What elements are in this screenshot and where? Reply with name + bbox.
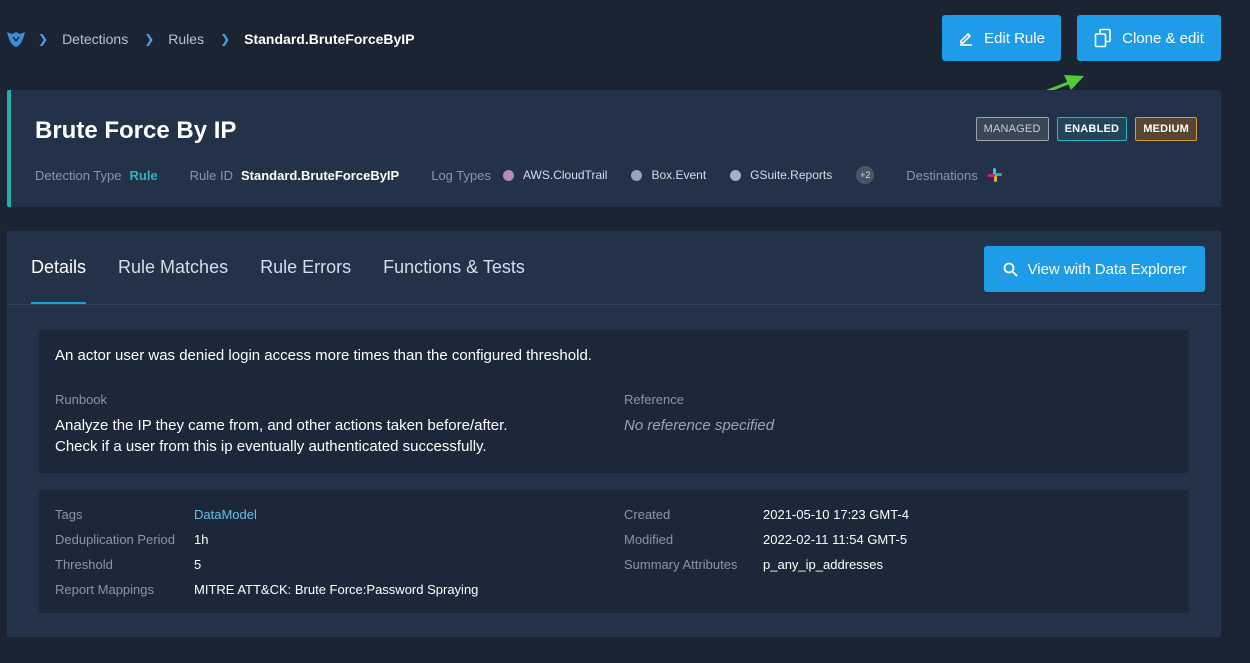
log-type-dot xyxy=(730,169,742,181)
modified-label: Modified xyxy=(624,532,674,547)
tab-bar: Details Rule Matches Rule Errors Functio… xyxy=(31,231,557,305)
rule-meta: Detection Type Rule Rule ID Standard.Bru… xyxy=(35,166,1002,184)
report-mappings-value: MITRE ATT&CK: Brute Force:Password Spray… xyxy=(194,582,479,597)
log-type-dot xyxy=(502,169,514,181)
enabled-badge: ENABLED xyxy=(1056,117,1128,141)
chevron-right-icon: ❯ xyxy=(144,32,155,46)
log-type-item[interactable]: AWS.CloudTrail xyxy=(502,168,608,182)
threshold-value: 5 xyxy=(194,557,202,572)
breadcrumb: ❯ Detections ❯ Rules ❯ Standard.BruteFor… xyxy=(38,29,431,49)
tabs-divider xyxy=(7,304,1221,305)
report-mappings-label: Report Mappings xyxy=(55,582,154,597)
created-value: 2021-05-10 17:23 GMT-4 xyxy=(763,507,909,522)
breadcrumb-current: Standard.BruteForceByIP xyxy=(244,31,415,47)
log-type-label: AWS.CloudTrail xyxy=(522,168,608,182)
chevron-right-icon: ❯ xyxy=(220,32,231,46)
edit-rule-label: Edit Rule xyxy=(984,29,1045,47)
tab-rule-matches[interactable]: Rule Matches xyxy=(118,231,228,305)
tab-details[interactable]: Details xyxy=(31,231,87,305)
runbook-line-1: Analyze the IP they came from, and other… xyxy=(55,417,508,434)
log-type-label: GSuite.Reports xyxy=(750,168,833,182)
rule-details-card: Details Rule Matches Rule Errors Functio… xyxy=(7,231,1221,637)
created-label: Created xyxy=(624,507,671,522)
clone-and-edit-button[interactable]: Clone & edit xyxy=(1077,15,1221,61)
chevron-right-icon: ❯ xyxy=(38,32,49,46)
managed-badge: MANAGED xyxy=(975,117,1049,141)
log-type-label: Box.Event xyxy=(651,168,707,182)
slack-icon[interactable] xyxy=(987,168,1002,182)
summary-attributes-label: Summary Attributes xyxy=(624,557,738,572)
modified-value: 2022-02-11 11:54 GMT-5 xyxy=(763,532,908,547)
log-types-label: Log Types xyxy=(431,167,491,183)
breadcrumb-detections[interactable]: Detections xyxy=(62,31,128,47)
panther-logo-icon[interactable] xyxy=(6,29,26,49)
status-badges: MANAGED ENABLED MEDIUM xyxy=(975,117,1197,141)
reference-label: Reference xyxy=(624,392,684,407)
log-type-item[interactable]: Box.Event xyxy=(631,168,706,182)
description-panel: An actor user was denied login access mo… xyxy=(39,330,1189,473)
tags-label: Tags xyxy=(55,507,83,522)
summary-attributes-value: p_any_ip_addresses xyxy=(763,557,883,572)
copy-icon xyxy=(1094,28,1111,48)
page-title: Brute Force By IP xyxy=(35,117,237,144)
log-type-item[interactable]: GSuite.Reports xyxy=(730,168,832,182)
search-icon xyxy=(1003,262,1018,277)
top-bar: ❯ Detections ❯ Rules ❯ Standard.BruteFor… xyxy=(0,0,1250,130)
tab-functions-tests[interactable]: Functions & Tests xyxy=(383,231,525,305)
dedup-label: Deduplication Period xyxy=(55,532,175,547)
attributes-panel: Tags DataModel Deduplication Period 1h T… xyxy=(39,490,1189,613)
runbook-label: Runbook xyxy=(55,392,108,407)
breadcrumb-rules[interactable]: Rules xyxy=(168,31,204,47)
destinations-label: Destinations xyxy=(906,167,978,183)
runbook-line-2: Check if a user from this ip eventually … xyxy=(55,438,487,455)
more-log-types-badge[interactable]: +2 xyxy=(856,166,875,184)
edit-rule-button[interactable]: Edit Rule xyxy=(942,15,1061,61)
dedup-value: 1h xyxy=(194,532,209,547)
detection-type-label: Detection Type xyxy=(35,167,122,183)
tag-link[interactable]: DataModel xyxy=(194,507,257,522)
clone-and-edit-label: Clone & edit xyxy=(1122,29,1204,47)
view-data-explorer-button[interactable]: View with Data Explorer xyxy=(984,246,1205,292)
severity-badge: MEDIUM xyxy=(1135,117,1197,141)
rule-description: An actor user was denied login access mo… xyxy=(55,347,592,364)
rule-id-value: Standard.BruteForceByIP xyxy=(241,167,400,183)
view-data-explorer-label: View with Data Explorer xyxy=(1027,260,1187,278)
rule-id-label: Rule ID xyxy=(189,167,234,183)
pencil-icon xyxy=(960,32,973,46)
threshold-label: Threshold xyxy=(55,557,113,572)
log-type-dot xyxy=(631,169,643,181)
reference-value: No reference specified xyxy=(624,417,775,434)
tab-rule-errors[interactable]: Rule Errors xyxy=(260,231,351,305)
detection-type-value: Rule xyxy=(129,167,158,183)
rule-header-card: Brute Force By IP MANAGED ENABLED MEDIUM… xyxy=(7,90,1221,207)
